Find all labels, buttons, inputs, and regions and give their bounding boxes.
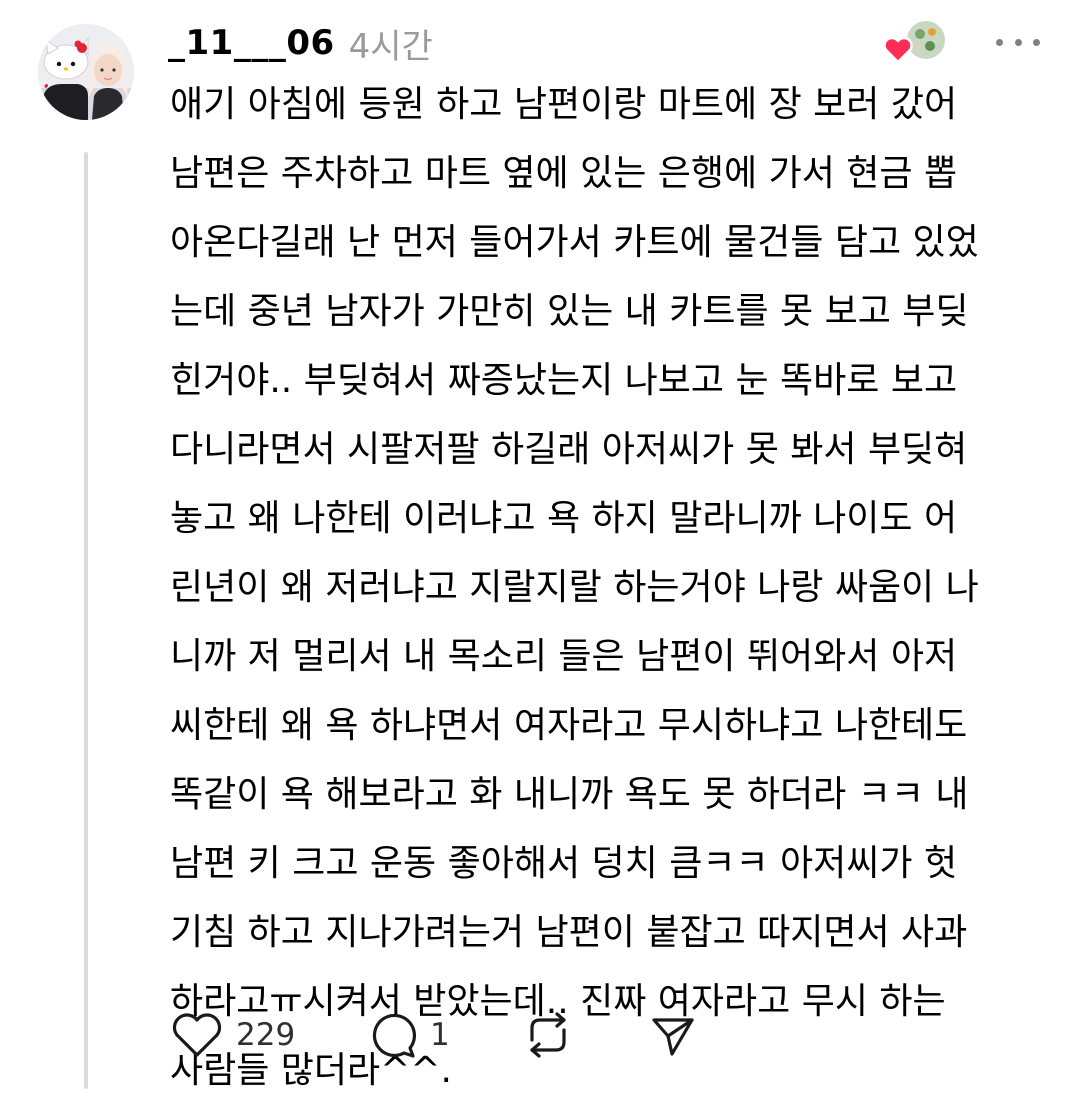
post-text-line: 니까 저 멀리서 내 목소리 들은 남편이 뛰어와서 아저 <box>170 636 958 677</box>
send-icon <box>652 1018 694 1056</box>
repost-button[interactable] <box>522 1010 648 1060</box>
username[interactable]: _11___06 <box>168 23 335 63</box>
post-text-line: 는데 중년 남자가 가만히 있는 내 카트를 못 보고 부딪 <box>170 291 969 332</box>
more-dot <box>1033 38 1040 46</box>
post-text-line: 씨한테 왜 욕 하냐면서 여자라고 무시하냐고 나한테도 <box>170 705 968 746</box>
reply-button[interactable]: 1 <box>366 1010 522 1060</box>
more-dots-icon[interactable] <box>996 22 1040 62</box>
repost-arrows-icon <box>530 1012 566 1058</box>
post-text-line: 아온다길래 난 먼저 들어가서 카트에 물건들 담고 있었 <box>170 222 979 263</box>
post-text-line: 남편 키 크고 운동 좋아해서 덩치 큼ㅋㅋ 아저씨가 헛 <box>170 843 958 884</box>
post-text-line: 린년이 왜 저러냐고 지랄지랄 하는거야 나랑 싸움이 나 <box>170 567 979 608</box>
post-time: 4시간 <box>348 26 433 67</box>
thread-line <box>84 152 88 1089</box>
avatar-image <box>38 24 134 120</box>
post-text-line: 놓고 왜 나한테 이러냐고 욕 하지 말라니까 나이도 어 <box>170 498 958 539</box>
action-bar: 229 1 <box>170 1006 698 1064</box>
heart-outline-icon <box>172 1013 222 1057</box>
like-button[interactable]: 229 <box>170 1011 366 1059</box>
post-text-line: 똑같이 욕 해보라고 화 내니까 욕도 못 하더라 ㅋㅋ 내 <box>170 774 969 815</box>
like-count: 229 <box>236 1017 296 1053</box>
post-text-line: 다니라면서 시팔저팔 하길래 아저씨가 못 봐서 부딪혀 <box>170 429 968 470</box>
post-text-line: 남편은 주차하고 마트 옆에 있는 은행에 가서 현금 뽑 <box>170 153 958 194</box>
more-dot <box>996 38 1003 46</box>
post-text-line: 애기 아침에 등원 하고 남편이랑 마트에 장 보러 갔어 <box>170 84 958 125</box>
reply-count: 1 <box>430 1017 450 1053</box>
heart-badge-icon <box>883 19 947 64</box>
post-header: _11___06 4시간 <box>168 16 433 70</box>
post-text-line: 힌거야.. 부딪혀서 짜증났는지 나보고 눈 똑바로 보고 <box>170 360 958 401</box>
share-button[interactable] <box>648 1010 698 1060</box>
speech-bubble-icon <box>372 1013 417 1058</box>
more-dot <box>1014 38 1022 46</box>
post-text-line: 기침 하고 지나가려는거 남편이 붙잡고 따지면서 사과 <box>170 912 968 953</box>
liked-by-badge[interactable] <box>882 18 948 66</box>
post-body: 애기 아침에 등원 하고 남편이랑 마트에 장 보러 갔어 남편은 주차하고 마… <box>170 70 1050 1105</box>
avatar[interactable] <box>38 24 134 120</box>
